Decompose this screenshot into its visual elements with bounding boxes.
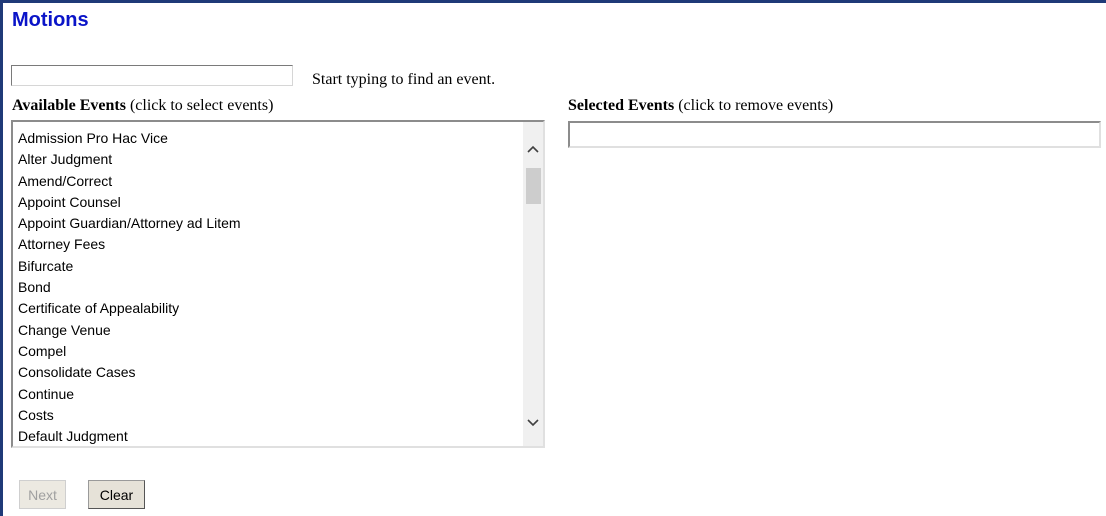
clear-button[interactable]: Clear [88,480,145,509]
window-frame-left [0,0,3,516]
list-scrollbar[interactable] [523,122,543,446]
event-list-item[interactable]: Continue [18,384,521,405]
event-list-item[interactable]: Appoint Guardian/Attorney ad Litem [18,213,521,234]
event-list-item[interactable]: Change Venue [18,320,521,341]
event-list-item[interactable]: Bifurcate [18,256,521,277]
scrollbar-thumb[interactable] [526,168,541,204]
event-list-item[interactable]: Default Judgment [18,426,521,446]
available-events-list[interactable]: Admission Pro Hac Vice Alter Judgment Am… [11,120,545,448]
next-button[interactable]: Next [19,480,66,509]
search-hint: Start typing to find an event. [312,71,496,88]
event-list-item[interactable]: Costs [18,405,521,426]
event-list-item[interactable]: Appoint Counsel [18,192,521,213]
selected-events-note: (click to remove events) [678,97,834,114]
selected-events-list[interactable] [568,121,1101,148]
event-list-item[interactable]: Attorney Fees [18,234,521,255]
page-title: Motions [12,9,89,31]
selected-events-header: Selected Events (click to remove events) [568,97,833,115]
event-list-item[interactable]: Bond [18,277,521,298]
event-list-item[interactable]: Admission Pro Hac Vice [18,128,521,149]
available-events-title: Available Events [12,97,126,114]
chevron-down-icon[interactable] [523,412,543,434]
event-list-item[interactable]: Consolidate Cases [18,362,521,383]
selected-events-title: Selected Events [568,97,675,114]
event-list-item[interactable]: Alter Judgment [18,149,521,170]
event-list-item[interactable]: Compel [18,341,521,362]
event-search-input[interactable] [11,65,293,86]
window-frame-top [0,0,1106,3]
event-list-item[interactable]: Amend/Correct [18,171,521,192]
chevron-up-icon[interactable] [523,138,543,160]
available-events-note: (click to select events) [129,97,274,114]
event-list-item[interactable]: Certificate of Appealability [18,298,521,319]
available-events-header: Available Events (click to select events… [12,97,273,115]
